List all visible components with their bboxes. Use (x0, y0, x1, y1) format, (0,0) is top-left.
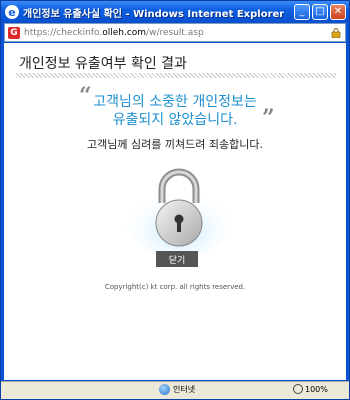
close-window-button[interactable]: ✕ (330, 4, 346, 20)
zoom-control[interactable]: 100% (293, 384, 328, 394)
address-scheme: https:// (24, 27, 57, 38)
address-prefix: checkinfo. (56, 27, 103, 38)
address-url: https://checkinfo.olleh.com/w/result.asp (24, 28, 204, 38)
close-quote-mark: ” (262, 105, 275, 131)
apology-text: 고객님께 심려를 끼쳐드려 죄송합니다. (87, 138, 263, 151)
padlock-illustration-icon (124, 168, 234, 257)
headline-line1: 고객님의 소중한 개인정보는 (93, 94, 257, 110)
ie-icon: e (5, 5, 19, 19)
zoom-level: 100% (305, 384, 328, 394)
title-divider (16, 73, 336, 78)
security-zone[interactable]: 인터넷 (159, 384, 195, 395)
address-bar[interactable]: G https://checkinfo.olleh.com/w/result.a… (4, 23, 346, 42)
window-controls: _ □ ✕ (294, 4, 346, 20)
address-host: olleh.com (102, 27, 147, 38)
close-button[interactable]: 닫기 (156, 251, 198, 267)
headline-line2: 유출되지 않았습니다. (112, 112, 238, 128)
site-favicon-icon: G (8, 26, 20, 39)
address-path: /w/result.asp (146, 27, 204, 38)
globe-icon (159, 384, 170, 395)
maximize-button[interactable]: □ (312, 4, 328, 20)
title-bar[interactable]: e 개인정보 유출사실 확인 - Windows Internet Explor… (1, 1, 349, 23)
padlock-icon[interactable] (331, 27, 341, 38)
minimize-button[interactable]: _ (294, 4, 310, 20)
magnifier-icon (293, 384, 303, 394)
page-content: 개인정보 유출여부 확인 결과 “ 고객님의 소중한 개인정보는 유출되지 않았… (4, 43, 346, 380)
browser-window: e 개인정보 유출사실 확인 - Windows Internet Explor… (0, 0, 350, 400)
zone-label: 인터넷 (173, 385, 196, 394)
page-title: 개인정보 유출여부 확인 결과 (19, 56, 187, 72)
copyright-text: Copyright(c) kt corp. all rights reserve… (104, 283, 246, 291)
window-title: 개인정보 유출사실 확인 - Windows Internet Explorer (23, 8, 285, 20)
